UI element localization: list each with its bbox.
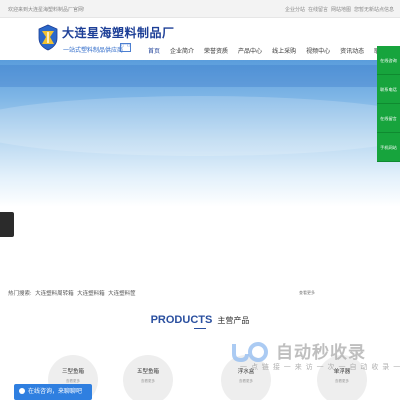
product-name: 五型鱼箱 [136,369,159,375]
sidebar-item-message[interactable]: 在线留言 [377,104,400,133]
product-more-link[interactable]: 查看更多 [123,379,173,384]
top-link-message[interactable]: 在线留言 [308,6,328,13]
watermark-subtext: 一 点 链 接 一 来 访 一 次 一 自 动 收 录 一 [240,364,400,371]
hero-banner [0,60,400,270]
top-links: 企业分站 在线留言 网站地图 您暂无新站点信息 [285,6,394,13]
welcome-text: 欢迎来到大连星海塑料制品厂官网! [8,7,85,13]
nav-item-about[interactable]: 企业简介 [165,48,199,57]
site-header: 大连星海塑料制品厂 一站式塑料制品供应商 扫一扫 首页 企业简介 荣誉资质 产品… [0,18,400,60]
online-consult-label: 在线咨询，来聊聊吧 [28,389,83,395]
product-name: 三型鱼箱 [61,369,84,375]
watermark-overlay: 自动秒收录 一 点 链 接 一 来 访 一 次 一 自 动 收 录 一 [230,338,400,376]
top-bar: 欢迎来到大连星海塑料制品厂官网! 企业分站 在线留言 网站地图 您暂无新站点信息 [0,0,400,18]
product-more-link[interactable]: 查看更多 [221,379,271,384]
main-nav: 首页 企业简介 荣誉资质 产品中心 线上采购 视频中心 资讯动态 联系我们 [143,48,400,57]
product-card[interactable]: 五型鱼箱 查看更多 [123,355,173,400]
hot-search-term[interactable]: 大连塑料周转箱 [35,291,74,297]
nav-item-purchase[interactable]: 线上采购 [267,48,301,57]
nav-item-news[interactable]: 资讯动态 [335,48,369,57]
products-title-cn: 主营产品 [217,316,250,325]
online-consult-bar[interactable]: 在线咨询，来聊聊吧 [14,384,92,400]
top-link-notice: 您暂无新站点信息 [353,7,394,13]
floating-sidebar: 在线咨询 联系电话 在线留言 手机网站 [377,46,400,162]
brand-tagline: 一站式塑料制品供应商 [63,48,124,54]
nav-item-home[interactable]: 首页 [143,48,165,57]
product-more-link[interactable]: 查看更多 [317,379,367,384]
nav-item-video[interactable]: 视频中心 [301,48,335,57]
top-link-sitemap[interactable]: 网站地图 [331,6,351,13]
qr-code-icon: 扫一扫 [120,43,131,52]
hot-search-label: 热门搜索: [8,291,32,297]
company-logo-icon[interactable] [37,24,59,51]
sidebar-item-mobile-site[interactable]: 手机网站 [377,133,400,162]
sidebar-item-phone[interactable]: 联系电话 [377,75,400,104]
products-section-title: PRODUCTS 主营产品 [0,314,400,326]
title-underline [194,328,206,329]
products-title-en: PRODUCTS [150,314,213,326]
sidebar-item-online-consult[interactable]: 在线咨询 [377,46,400,75]
hot-search-more[interactable]: 查看更多 [299,290,315,296]
nav-item-honors[interactable]: 荣誉资质 [199,48,233,57]
watermark-text: 自动秒收录 [276,343,366,362]
chat-icon [19,388,25,395]
watermark-logo-icon [232,342,268,362]
top-link-sites[interactable]: 企业分站 [285,6,305,13]
nav-item-products[interactable]: 产品中心 [233,48,267,57]
banner-prev-button[interactable] [0,212,14,237]
banner-glow [0,96,400,156]
hot-search: 热门搜索: 大连塑料周转箱 大连塑料箱 大连塑料筐 [8,289,138,297]
brand-name: 大连星海塑料制品厂 [62,26,175,40]
hot-search-term[interactable]: 大连塑料箱 [77,291,105,297]
banner-stripe [0,65,400,87]
hot-search-term[interactable]: 大连塑料筐 [108,291,136,297]
